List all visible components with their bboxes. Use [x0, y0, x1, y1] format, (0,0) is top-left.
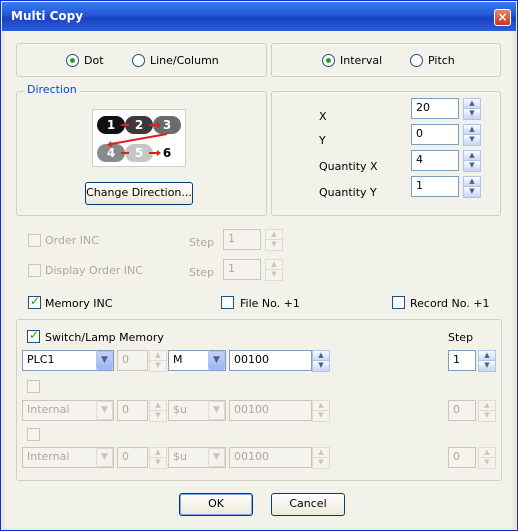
order-inc-checkbox[interactable]: [28, 234, 41, 247]
direction-arrows-icon: [107, 122, 168, 156]
multi-copy-dialog: Multi Copy × Dot Line/Column Interval Pi…: [0, 0, 518, 531]
row1-step-input[interactable]: 1: [448, 350, 476, 371]
dialog-body: Dot Line/Column Interval Pitch Direction…: [5, 31, 513, 528]
radio-dot[interactable]: [66, 54, 79, 67]
row2-device-value: $u: [173, 403, 187, 416]
row3-device-select[interactable]: $u ▼: [168, 447, 226, 468]
radio-line-column-label: Line/Column: [150, 54, 219, 67]
param-y-spinner[interactable]: ▲ ▼: [463, 124, 481, 146]
row3-plc-select[interactable]: Internal ▼: [22, 447, 114, 468]
param-quantity-y-spinner[interactable]: ▲ ▼: [463, 176, 481, 198]
file-no-label: File No. +1: [240, 297, 300, 310]
row3-address-spinner[interactable]: ▲ ▼: [312, 447, 330, 469]
memory-inc-label: Memory INC: [45, 297, 113, 310]
row3-step-input[interactable]: 0: [448, 447, 476, 468]
row3-device-chevron-down-icon[interactable]: ▼: [208, 448, 225, 467]
radio-pitch[interactable]: [410, 54, 423, 67]
param-x-spinner[interactable]: ▲ ▼: [463, 98, 481, 120]
row1-address-spinner[interactable]: ▲ ▼: [312, 350, 330, 372]
row1-device-chevron-down-icon[interactable]: ▼: [208, 351, 225, 370]
step-header: Step: [448, 331, 474, 344]
display-order-inc-step-label: Step: [189, 266, 215, 279]
param-y-label: Y: [319, 134, 326, 147]
row3-address-input[interactable]: 00100: [229, 447, 312, 468]
param-quantity-x-input[interactable]: 4: [411, 150, 459, 171]
direction-group-title: Direction: [24, 83, 80, 96]
order-inc-step-label: Step: [189, 236, 215, 249]
direction-preview: 1 2 3 4 5 6: [92, 109, 186, 167]
row1-plc-select[interactable]: PLC1 ▼: [22, 350, 114, 371]
row2-plc-value: Internal: [27, 403, 70, 416]
row2-station-spinner[interactable]: ▲ ▼: [149, 400, 167, 422]
radio-dot-label: Dot: [84, 54, 104, 67]
row2-plc-select[interactable]: Internal ▼: [22, 400, 114, 421]
row2-address-spinner[interactable]: ▲ ▼: [312, 400, 330, 422]
row1-device-select[interactable]: M ▼: [168, 350, 226, 371]
param-quantity-x-label: Quantity X: [319, 160, 378, 173]
title-bar[interactable]: Multi Copy ×: [2, 2, 516, 31]
row3-device-value: $u: [173, 450, 187, 463]
row3-plc-value: Internal: [27, 450, 70, 463]
radio-interval-label: Interval: [340, 54, 383, 67]
row1-plc-value: PLC1: [27, 353, 55, 366]
param-quantity-x-spinner[interactable]: ▲ ▼: [463, 150, 481, 172]
file-no-checkbox[interactable]: [221, 296, 234, 309]
switch-lamp-checkbox[interactable]: [27, 328, 40, 343]
row3-step-spinner[interactable]: ▲ ▼: [478, 447, 496, 469]
row1-device-value: M: [173, 353, 183, 366]
record-no-label: Record No. +1: [410, 297, 490, 310]
row2-enable-checkbox[interactable]: [27, 380, 40, 393]
row2-plc-chevron-down-icon[interactable]: ▼: [96, 401, 113, 420]
mode-panel: Dot Line/Column: [16, 43, 267, 77]
display-order-inc-step-spinner[interactable]: ▲ ▼: [265, 259, 283, 281]
param-y-input[interactable]: 0: [411, 124, 459, 145]
param-x-label: X: [319, 110, 327, 123]
row3-station-spinner[interactable]: ▲ ▼: [149, 447, 167, 469]
switch-lamp-label: Switch/Lamp Memory: [45, 331, 164, 344]
order-inc-step-spinner[interactable]: ▲ ▼: [265, 229, 283, 251]
radio-interval[interactable]: [322, 54, 335, 67]
window-title: Multi Copy: [11, 9, 84, 23]
ok-button[interactable]: OK: [179, 493, 253, 516]
close-icon[interactable]: ×: [494, 9, 511, 26]
display-order-inc-label: Display Order INC: [45, 264, 143, 277]
row2-device-chevron-down-icon[interactable]: ▼: [208, 401, 225, 420]
display-order-inc-step-input[interactable]: 1: [223, 259, 261, 280]
row2-device-select[interactable]: $u ▼: [168, 400, 226, 421]
cancel-button[interactable]: Cancel: [271, 493, 345, 516]
change-direction-button[interactable]: Change Direction...: [85, 182, 193, 205]
row2-step-input[interactable]: 0: [448, 400, 476, 421]
memory-inc-checkbox[interactable]: [28, 294, 41, 309]
order-inc-step-input[interactable]: 1: [223, 229, 261, 250]
radio-pitch-label: Pitch: [428, 54, 455, 67]
row1-station-input[interactable]: 0: [117, 350, 148, 371]
spacing-panel: Interval Pitch: [271, 43, 501, 77]
row1-address-input[interactable]: 00100: [229, 350, 312, 371]
row2-station-input[interactable]: 0: [117, 400, 148, 421]
row2-address-input[interactable]: 00100: [229, 400, 312, 421]
row1-station-spinner[interactable]: ▲ ▼: [149, 350, 167, 372]
row3-station-input[interactable]: 0: [117, 447, 148, 468]
row1-step-spinner[interactable]: ▲ ▼: [478, 350, 496, 372]
row3-enable-checkbox[interactable]: [27, 428, 40, 441]
order-inc-label: Order INC: [45, 234, 99, 247]
row3-plc-chevron-down-icon[interactable]: ▼: [96, 448, 113, 467]
record-no-checkbox[interactable]: [392, 296, 405, 309]
row2-step-spinner[interactable]: ▲ ▼: [478, 400, 496, 422]
param-quantity-y-input[interactable]: 1: [411, 176, 459, 197]
display-order-inc-checkbox[interactable]: [28, 264, 41, 277]
param-quantity-y-label: Quantity Y: [319, 186, 377, 199]
radio-line-column[interactable]: [132, 54, 145, 67]
switch-lamp-panel: Switch/Lamp Memory Step PLC1 ▼ 0 ▲▼ M ▼ …: [16, 319, 502, 481]
params-panel: X 20 ▲ ▼ Y 0 ▲ ▼ Quantity X 4 ▲ ▼ Quantity …: [271, 91, 501, 216]
param-x-input[interactable]: 20: [411, 98, 459, 119]
row1-plc-chevron-down-icon[interactable]: ▼: [96, 351, 113, 370]
